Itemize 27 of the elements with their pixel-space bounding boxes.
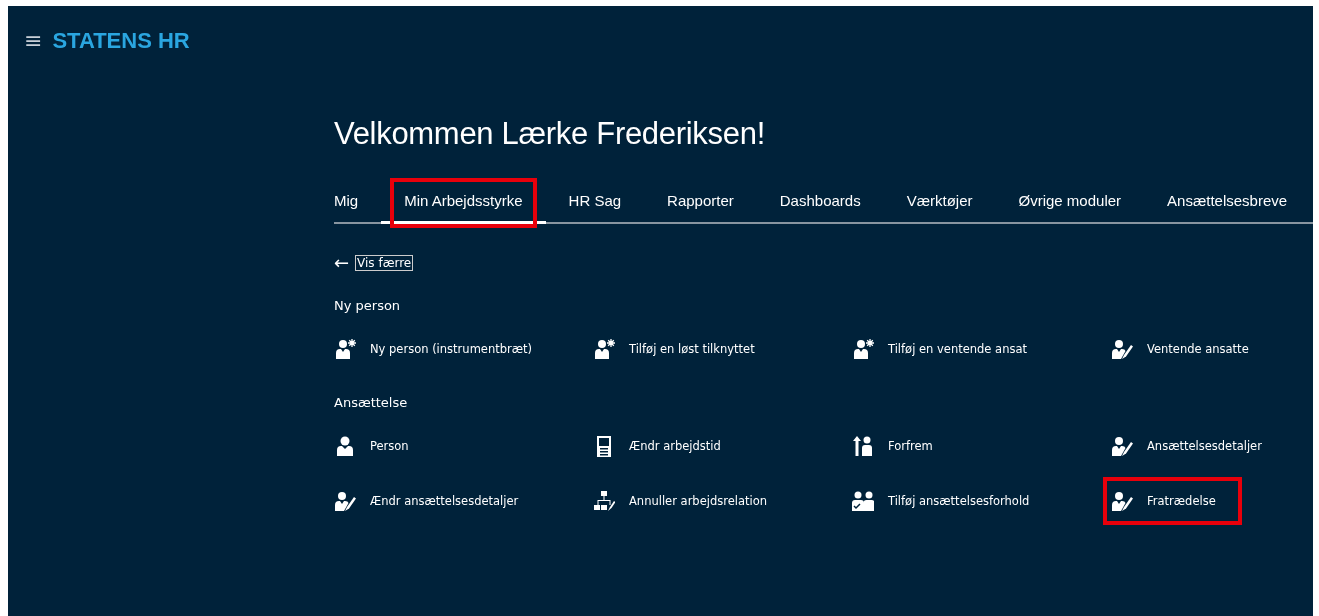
back-arrow-icon[interactable]: ← <box>334 254 350 272</box>
tab[interactable]: Værktøjer <box>883 192 996 222</box>
tile-link[interactable]: Person <box>328 424 415 468</box>
tile-link[interactable]: Tilføj en løst tilknyttet <box>587 327 761 371</box>
tile-link[interactable]: Forfrem <box>846 424 939 468</box>
tile-link[interactable]: Ændr arbejdstid <box>587 424 727 468</box>
tab[interactable]: Øvrige moduler <box>995 192 1145 222</box>
tile-link[interactable]: Tilføj en ventende ansat <box>846 327 1033 371</box>
tab[interactable]: Dashboards <box>756 192 884 222</box>
tile-link[interactable]: Annuller arbejdsrelation <box>587 479 774 523</box>
tile-link[interactable]: Tilføj ansættelsesforhold <box>846 479 1036 523</box>
brand-title: STATENS HR <box>52 28 190 54</box>
show-less-link[interactable]: Vis færre <box>355 255 414 271</box>
tab[interactable]: Rapporter <box>644 192 757 222</box>
welcome-heading: Velkommen Lærke Frederiksen! <box>334 116 766 152</box>
menu-icon[interactable]: ≡ <box>24 30 43 52</box>
tile-link[interactable]: Ansættelsesdetaljer <box>1105 424 1268 468</box>
tile-link[interactable]: Ventende ansatte <box>1105 327 1255 371</box>
section-heading: Ansættelse <box>334 395 409 410</box>
tab[interactable]: HR Sag <box>545 192 645 222</box>
tab[interactable]: Min Arbejdsstyrke <box>381 192 546 224</box>
tab[interactable]: Ansættelsesbreve <box>1144 192 1311 222</box>
tab[interactable]: Mig <box>334 192 382 222</box>
tile-link[interactable]: Fratrædelse <box>1105 479 1240 523</box>
section-heading: Ny person <box>334 298 402 313</box>
tile-link[interactable]: Ny person (instrumentbræt) <box>328 327 539 371</box>
tile-link[interactable]: Ændr ansættelsesdetaljer <box>328 479 525 523</box>
